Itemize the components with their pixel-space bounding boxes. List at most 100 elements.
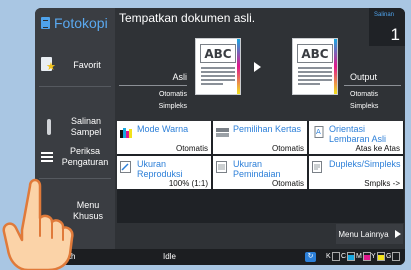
sample-copy-line2: Sampel xyxy=(70,127,102,137)
toner-label: K xyxy=(326,253,331,260)
tile-label: Ukuran Pemindaian xyxy=(233,159,281,179)
status-bar: Smith Idle ↻ KCMYG xyxy=(35,249,405,265)
tile-value: Smplks -> xyxy=(364,179,400,188)
tile-reproduction-size[interactable]: Ukuran Reproduksi 100% (1:1) xyxy=(117,156,211,189)
scan-size-icon xyxy=(216,160,228,173)
reproduction-size-icon xyxy=(120,160,132,173)
toner-bar xyxy=(376,252,385,261)
play-arrow-icon xyxy=(394,230,401,238)
toner-g: G xyxy=(386,252,401,261)
toner-label: M xyxy=(356,253,362,260)
sample-copy-line1: Salinan xyxy=(70,116,102,126)
document-heading: ABC xyxy=(200,44,236,63)
original-label: Asli xyxy=(172,72,187,82)
text-line xyxy=(201,79,235,81)
document-heading: ABC xyxy=(297,44,333,63)
toner-c: C xyxy=(341,252,356,261)
preview-settings-button[interactable]: Periksa Pengaturan xyxy=(39,140,111,174)
output-label: Output xyxy=(350,72,378,82)
toner-m: M xyxy=(356,252,371,261)
favorite-star-icon xyxy=(41,57,56,73)
tile-duplex[interactable]: Dupleks/Simpleks Smplks -> xyxy=(309,156,403,189)
color-mode-icon xyxy=(120,125,132,138)
output-document-preview[interactable]: ABC xyxy=(292,38,338,95)
pointing-hand-icon xyxy=(2,178,74,270)
toner-y: Y xyxy=(371,252,385,261)
color-stripe xyxy=(237,39,240,94)
color-stripe xyxy=(334,39,337,94)
text-line xyxy=(298,79,332,81)
tile-paper-select[interactable]: Pemilihan Kertas Otomatis xyxy=(213,121,307,154)
text-line xyxy=(298,75,332,77)
output-underline xyxy=(344,85,401,86)
text-line xyxy=(201,67,235,69)
toner-bar xyxy=(347,252,356,261)
original-mode: Otomatis xyxy=(158,91,187,98)
toner-label: C xyxy=(341,253,347,260)
tile-value: 100% (1:1) xyxy=(168,179,208,188)
original-side: Simpleks xyxy=(158,103,187,110)
preview-line2: Pengaturan xyxy=(61,157,109,167)
toner-fill xyxy=(377,255,384,260)
tile-label: Orientasi Lembaran Asli xyxy=(329,124,387,144)
special-menu-line1: Menu xyxy=(76,200,100,210)
settings-grid: Mode Warna Otomatis Pemilihan Kertas Oto… xyxy=(117,121,404,223)
text-line xyxy=(201,75,235,77)
tile-value: Otomatis xyxy=(271,179,304,188)
copies-counter[interactable]: Salinan 1 xyxy=(369,8,405,46)
output-side: Simpleks xyxy=(350,103,379,110)
text-line xyxy=(298,67,332,69)
arrow-right-icon xyxy=(254,62,261,72)
main-panel: Tempatkan dokumen asli. Salinan 1 Asli O… xyxy=(115,8,405,249)
favorite-label: Favorit xyxy=(73,60,101,70)
copies-label: Salinan xyxy=(374,12,395,18)
tile-label: Ukuran Reproduksi xyxy=(137,159,183,179)
duplex-icon xyxy=(312,160,324,173)
sample-copy-icon xyxy=(47,119,51,135)
app-title-label: Fotokopi xyxy=(54,15,108,31)
tile-scan-size[interactable]: Ukuran Pemindaian Otomatis xyxy=(213,156,307,189)
text-line xyxy=(298,71,332,73)
sample-copy-label: Salinan Sampel xyxy=(61,116,111,138)
toner-label: Y xyxy=(371,253,376,260)
toner-bar xyxy=(362,252,371,261)
toner-fill xyxy=(363,255,370,260)
orientation-icon: A xyxy=(312,125,324,138)
tile-label: Pemilihan Kertas xyxy=(233,124,302,134)
toner-bar xyxy=(392,252,401,261)
tile-color-mode[interactable]: Mode Warna Otomatis xyxy=(117,121,211,154)
control-panel-screen: Fotokopi Favorit Salinan Sampel Periksa … xyxy=(35,8,405,265)
more-menu-button[interactable]: Menu Lainnya xyxy=(336,224,403,244)
toner-label: G xyxy=(386,253,392,260)
text-line xyxy=(201,83,223,85)
tile-label: Mode Warna xyxy=(137,124,189,134)
tile-label: Dupleks/Simpleks xyxy=(329,159,401,169)
svg-text:A: A xyxy=(316,128,321,136)
tile-value: Otomatis xyxy=(175,144,208,153)
more-menu-label: Menu Lainnya xyxy=(338,229,389,239)
device-state: Idle xyxy=(163,252,176,261)
preview-settings-label: Periksa Pengaturan xyxy=(59,146,111,168)
original-document-preview[interactable]: ABC xyxy=(195,38,241,95)
instruction-text: Tempatkan dokumen asli. xyxy=(119,11,256,25)
sample-copy-button[interactable]: Salinan Sampel xyxy=(39,110,111,144)
toner-k: K xyxy=(326,252,340,261)
paper-select-icon xyxy=(216,125,229,137)
tile-value: Otomatis xyxy=(271,144,304,153)
text-line xyxy=(201,71,235,73)
tile-orientation[interactable]: A Orientasi Lembaran Asli Atas ke Atas xyxy=(309,121,403,154)
network-icon: ↻ xyxy=(305,252,316,262)
divider xyxy=(39,86,111,87)
original-underline xyxy=(119,85,187,86)
toner-bar xyxy=(331,252,340,261)
copies-value: 1 xyxy=(390,25,400,44)
tile-value: Atas ke Atas xyxy=(355,144,400,153)
list-icon xyxy=(41,152,53,162)
preview-line1: Periksa xyxy=(69,146,100,156)
app-title: Fotokopi xyxy=(35,8,115,38)
output-mode: Otomatis xyxy=(350,91,379,98)
copy-icon xyxy=(41,16,51,30)
toner-fill xyxy=(348,255,355,260)
text-line xyxy=(298,83,320,85)
favorite-button[interactable]: Favorit xyxy=(39,48,111,82)
